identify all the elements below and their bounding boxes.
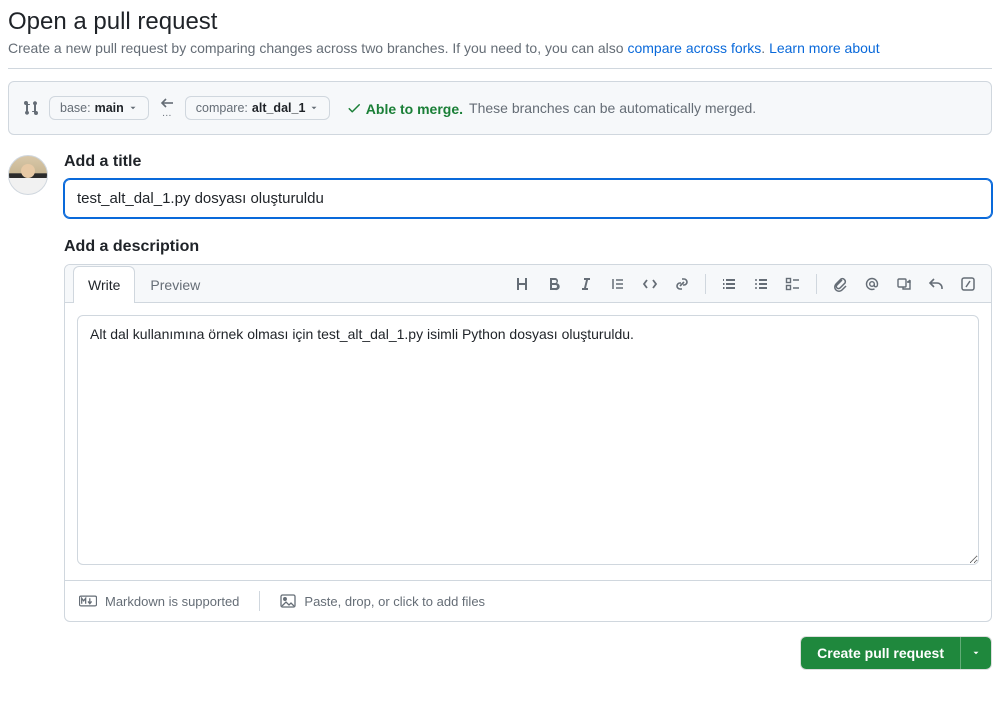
task-list-icon[interactable] [778, 269, 808, 299]
description-box: Write Preview [64, 264, 992, 622]
divider [8, 68, 992, 69]
chevron-down-icon [971, 648, 981, 658]
quote-icon[interactable] [603, 269, 633, 299]
markdown-supported-text: Markdown is supported [105, 594, 239, 609]
compare-forks-link[interactable]: compare across forks [627, 40, 761, 56]
base-branch-select[interactable]: base: main [49, 96, 149, 120]
image-icon [280, 594, 296, 608]
editor-tabs: Write Preview [65, 265, 991, 303]
bold-icon[interactable] [539, 269, 569, 299]
base-label: base: [60, 101, 91, 115]
merge-ok: Able to merge. [346, 100, 463, 117]
git-compare-icon [23, 100, 39, 116]
footer-separator [259, 591, 260, 611]
chevron-down-icon [128, 103, 138, 113]
markdown-icon [79, 595, 97, 607]
toolbar-separator [705, 274, 706, 294]
create-pr-dropdown[interactable] [960, 637, 991, 669]
base-value: main [95, 101, 124, 115]
arrow-left-icon: … [159, 97, 175, 119]
learn-more-link[interactable]: Learn more about [769, 40, 880, 56]
attach-icon[interactable] [825, 269, 855, 299]
description-label: Add a description [64, 238, 992, 256]
pr-description-textarea[interactable] [77, 315, 979, 565]
subtitle-text: Create a new pull request by comparing c… [8, 40, 627, 56]
markdown-toolbar [507, 269, 983, 299]
reply-icon[interactable] [921, 269, 951, 299]
branch-compare-bar: base: main … compare: alt_dal_1 Able to … [8, 81, 992, 135]
merge-message: These branches can be automatically merg… [469, 100, 756, 116]
compare-value: alt_dal_1 [252, 101, 306, 115]
ordered-list-icon[interactable] [714, 269, 744, 299]
slash-commands-icon[interactable] [953, 269, 983, 299]
subtitle-mid: . [761, 40, 769, 56]
link-icon[interactable] [667, 269, 697, 299]
italic-icon[interactable] [571, 269, 601, 299]
tab-write[interactable]: Write [73, 266, 135, 303]
pr-title-input[interactable] [64, 179, 992, 218]
chevron-down-icon [309, 103, 319, 113]
attach-files-text: Paste, drop, or click to add files [304, 594, 485, 609]
heading-icon[interactable] [507, 269, 537, 299]
create-pr-button[interactable]: Create pull request [801, 637, 960, 669]
cross-reference-icon[interactable] [889, 269, 919, 299]
page-subtitle: Create a new pull request by comparing c… [8, 40, 992, 56]
avatar[interactable] [8, 155, 48, 195]
markdown-supported-link[interactable]: Markdown is supported [79, 594, 239, 609]
toolbar-separator [816, 274, 817, 294]
code-icon[interactable] [635, 269, 665, 299]
attach-files-link[interactable]: Paste, drop, or click to add files [280, 594, 485, 609]
page-title: Open a pull request [8, 8, 992, 36]
title-label: Add a title [64, 153, 992, 171]
compare-label: compare: [196, 101, 248, 115]
merge-status: Able to merge. These branches can be aut… [346, 100, 756, 117]
mention-icon[interactable] [857, 269, 887, 299]
create-pr-button-group: Create pull request [800, 636, 992, 670]
editor-footer: Markdown is supported Paste, drop, or cl… [65, 580, 991, 621]
tab-preview[interactable]: Preview [135, 266, 215, 303]
unordered-list-icon[interactable] [746, 269, 776, 299]
compare-branch-select[interactable]: compare: alt_dal_1 [185, 96, 331, 120]
